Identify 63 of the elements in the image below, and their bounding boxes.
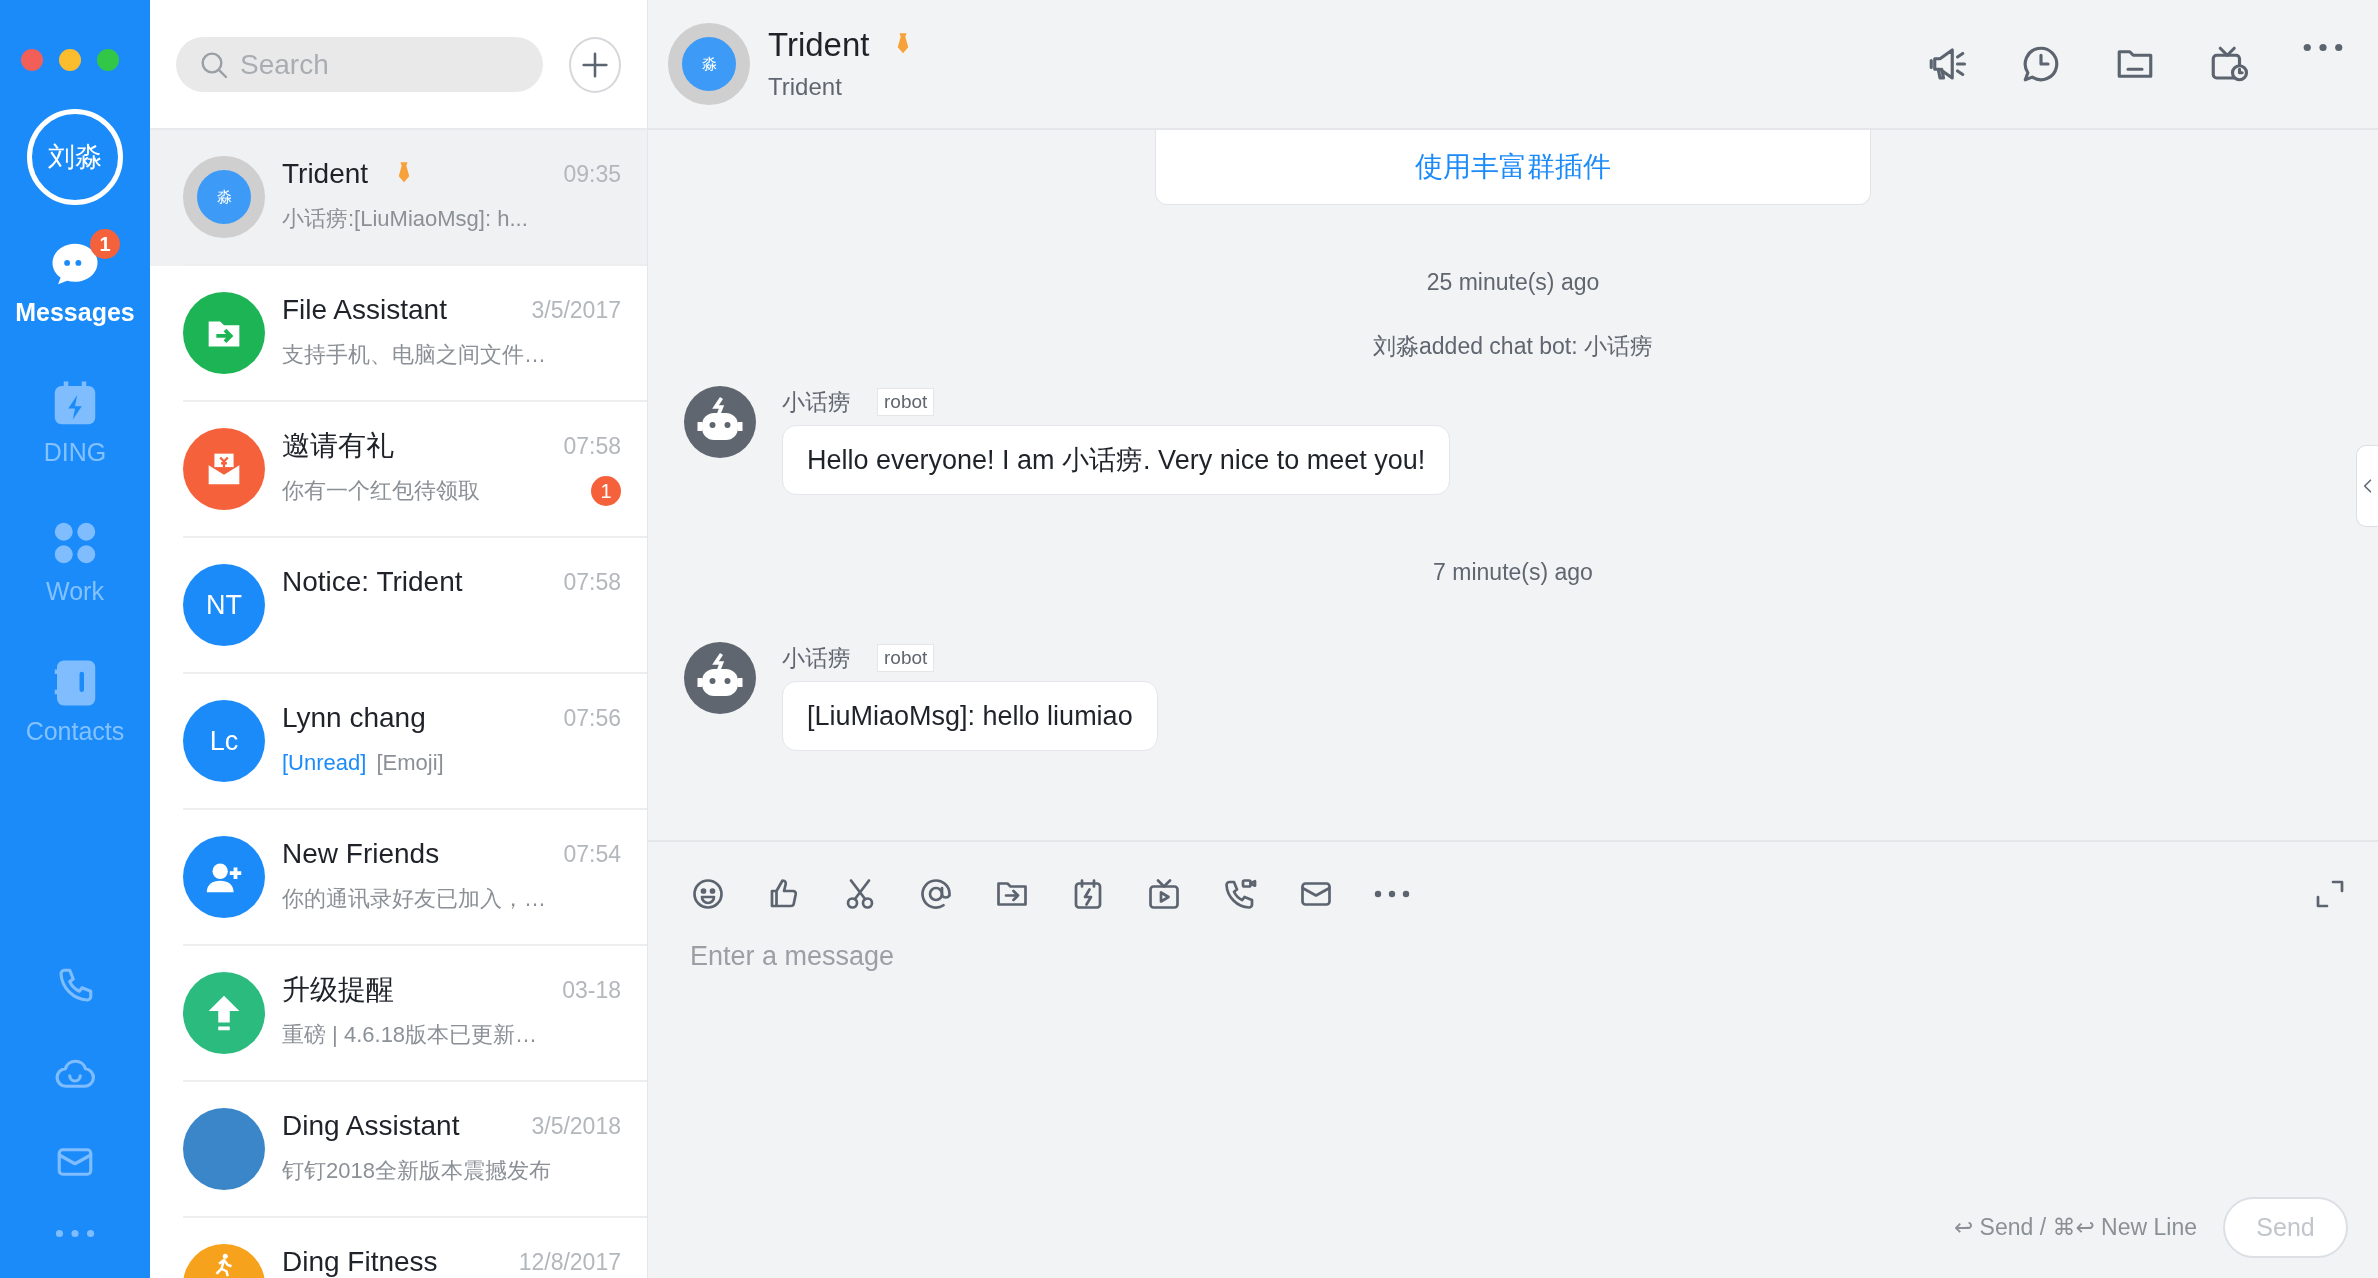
message-bubble: Hello everyone! I am 小话痨. Very nice to meet you! [782,425,1451,495]
contact-name: Notice: Trident [282,565,463,599]
message-time: 07:56 [563,704,621,733]
message-time: 07:58 [563,568,621,597]
contact-name: 升级提醒 [282,973,394,1007]
contact-name: New Friends [282,837,440,871]
timestamp: 25 minute(s) ago [1426,268,1600,297]
search-field[interactable]: Search [176,37,543,92]
initials-avatar: Lc [183,700,265,782]
contact-name: File Assistant [282,293,447,327]
message-preview: 重磅 | 4.6.18版本已更新… [282,1021,538,1049]
phone-camera-icon [1222,876,1258,912]
initials-avatar: NT [183,564,265,646]
conversation-item[interactable]: 淼 Trident 09:35 小话痨:[LiuMiaoMsg]: h... [150,130,647,266]
robot-avatar [684,386,756,458]
contact-name: 邀请有礼 [282,429,394,463]
message-time: 07:54 [563,840,621,869]
chat-title: Trident [768,25,870,65]
robot-tag: robot [877,644,935,672]
contact-name: Ding Fitness [282,1245,438,1278]
contact-name: Ding Assistant [282,1109,460,1143]
video-play-button[interactable] [1146,876,1182,912]
message-preview: 支持手机、电脑之间文件… [282,341,546,369]
more-button[interactable] [1374,890,1410,898]
search-icon [198,49,230,81]
message-time: 07:58 [563,432,621,461]
at-sign-icon [918,876,954,912]
group-avatar: 淼 [183,156,265,238]
message-preview: 钉钉2018全新版本震撼发布 [282,1157,551,1185]
message-time: 3/5/2018 [531,1112,621,1141]
sender-name: 小话痨 [782,644,851,673]
message-time: 3/5/2017 [531,296,621,325]
message-preview: 你的通讯录好友已加入，… [282,885,546,913]
robot-tag: robot [877,388,935,416]
group-avatar: 淼 [668,23,750,105]
message-time: 09:35 [563,160,621,189]
message-preview: 你有一个红包待领取 [282,477,480,505]
unread-badge: 1 [90,229,120,259]
message-input[interactable]: Enter a message [690,936,2348,1197]
contact-name: Trident [282,157,369,191]
shortcut-hint: ↩ Send / ⌘↩ New Line [1953,1213,2197,1243]
chat-subtitle: Trident [768,72,843,102]
unread-badge: 1 [591,476,621,506]
add-button[interactable] [569,37,621,93]
smiley-icon [690,876,726,912]
message-bubble: [LiuMiaoMsg]: hello liumiao [782,681,1158,751]
phone-camera-button[interactable] [1222,876,1258,912]
message-preview: 小话痨:[LiuMiaoMsg]: h... [282,205,528,233]
unread-tag: [Unread] [282,748,367,778]
at-sign-button[interactable] [918,876,954,912]
panel-toggle[interactable] [2356,445,2378,527]
message-time: 12/8/2017 [518,1248,621,1277]
video-play-icon [1146,876,1182,912]
message-time: 03-18 [562,976,621,1005]
contact-name: Lynn chang [282,701,426,735]
robot-avatar [684,642,756,714]
system-message: 刘淼added chat bot: 小话痨 [1373,332,1653,361]
message-preview: [Emoji] [376,749,444,777]
timestamp: 7 minute(s) ago [1433,558,1593,587]
smiley-button[interactable] [690,876,726,912]
more-icon [1374,890,1410,898]
sender-name: 小话痨 [782,388,851,417]
more-icon [2302,43,2344,52]
